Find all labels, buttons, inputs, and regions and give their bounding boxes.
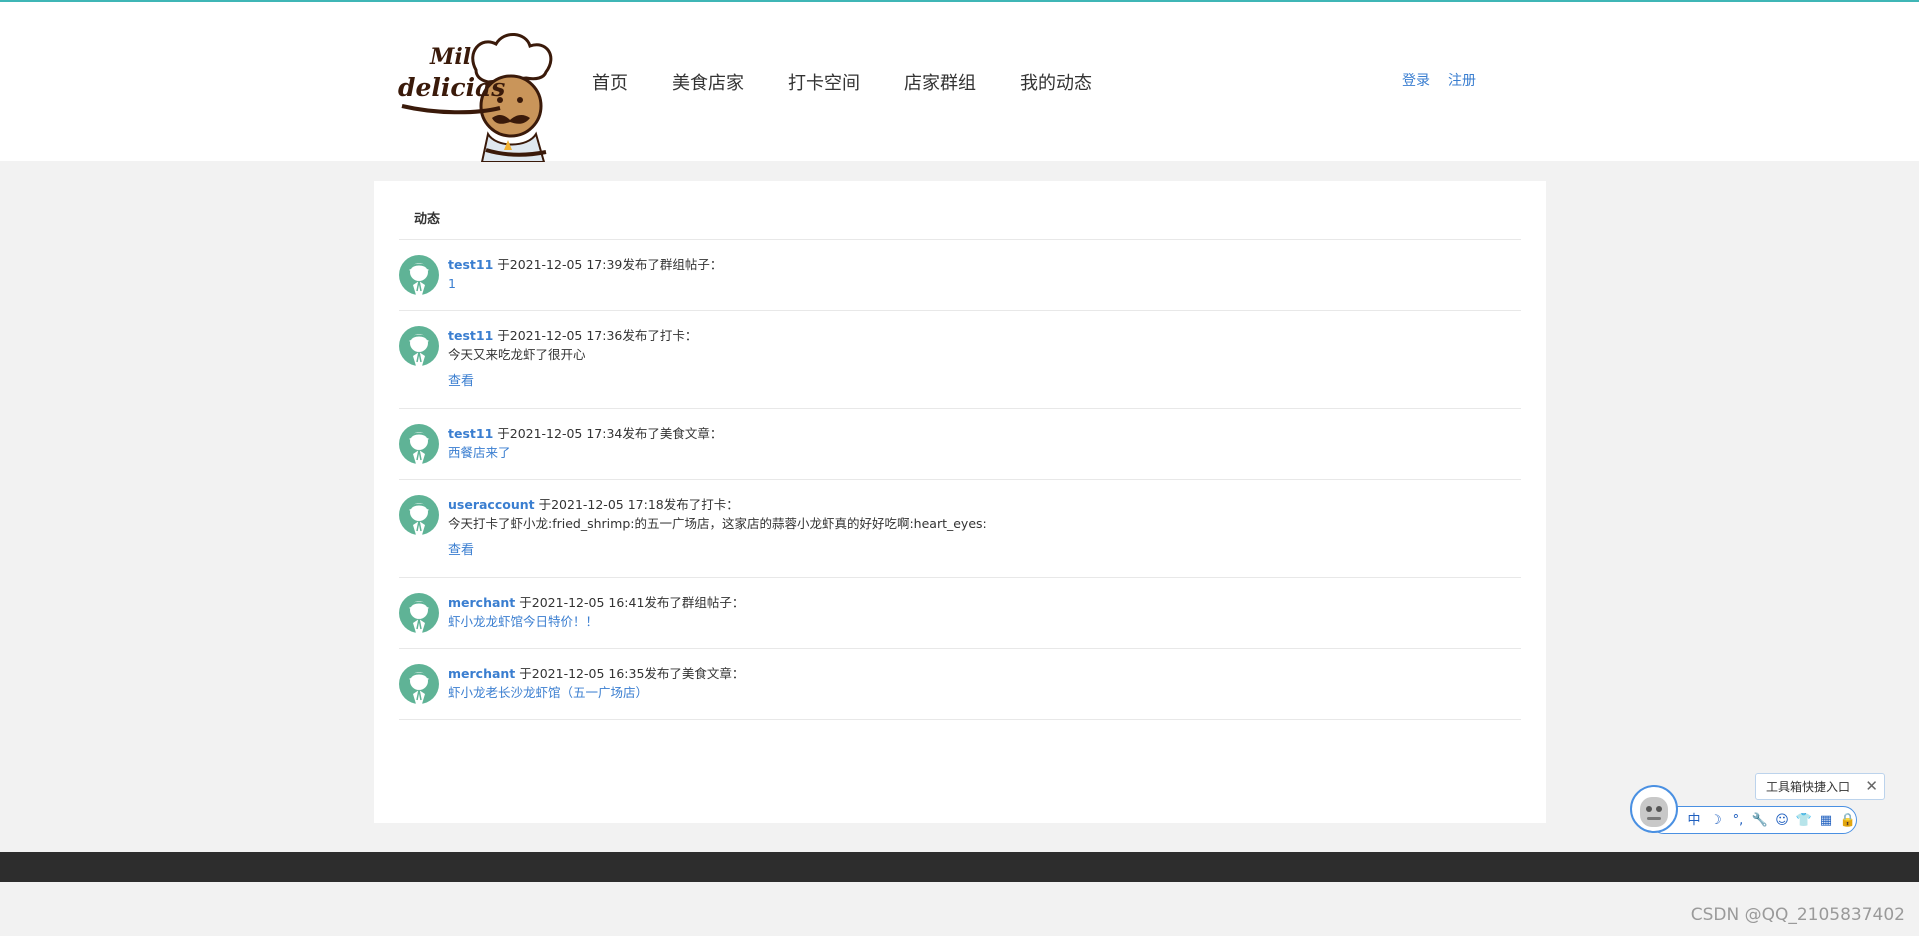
nav-home[interactable]: 首页 <box>592 72 628 96</box>
activity-description: 于2021-12-05 17:34发布了美食文章： <box>493 426 723 441</box>
site-header: Mil delicias 首页 美食店家 打卡空间 店家群组 我的动态 登录 注… <box>0 2 1919 162</box>
activity-content: 今天又来吃龙虾了很开心 <box>448 347 586 362</box>
lock-icon[interactable]: 🔒 <box>1837 812 1859 830</box>
toolbox-icons: 中 ☽ °, 🔧 ☺ 👕 ▦ 🔒 <box>1683 812 1859 830</box>
footer-bar <box>0 852 1919 882</box>
avatar[interactable] <box>399 664 439 704</box>
user-avatar-icon <box>399 326 439 366</box>
activity-item: test11 于2021-12-05 17:34发布了美食文章： 西餐店来了 <box>399 409 1521 480</box>
activity-item: useraccount 于2021-12-05 17:18发布了打卡： 今天打卡了… <box>399 480 1521 578</box>
avatar[interactable] <box>399 326 439 366</box>
nav-food-stores[interactable]: 美食店家 <box>672 72 744 96</box>
activity-meta: test11 于2021-12-05 17:39发布了群组帖子： <box>448 255 1521 274</box>
nav-my-activity[interactable]: 我的动态 <box>1020 72 1092 96</box>
activity-card: 动态 test11 于2021-12-05 17:39发布了群组帖子： 1 test… <box>374 181 1546 823</box>
activity-meta: merchant 于2021-12-05 16:41发布了群组帖子： <box>448 593 1521 612</box>
username-link[interactable]: merchant <box>448 595 515 610</box>
toolbox-avatar[interactable] <box>1630 785 1678 833</box>
logo-word-mil: Mil <box>429 44 471 70</box>
avatar[interactable] <box>399 495 439 535</box>
grid-icon[interactable]: ▦ <box>1815 812 1837 830</box>
user-avatar-icon <box>399 424 439 464</box>
username-link[interactable]: useraccount <box>448 497 535 512</box>
activity-content[interactable]: 虾小龙老长沙龙虾馆（五一广场店） <box>448 683 1521 702</box>
moon-icon[interactable]: ☽ <box>1705 812 1727 830</box>
activity-content[interactable]: 1 <box>448 274 1521 293</box>
username-link[interactable]: test11 <box>448 257 493 272</box>
activity-item: test11 于2021-12-05 17:39发布了群组帖子： 1 <box>399 240 1521 311</box>
activity-meta: test11 于2021-12-05 17:34发布了美食文章： <box>448 424 1521 443</box>
activity-feed: test11 于2021-12-05 17:39发布了群组帖子： 1 test11 … <box>399 240 1521 720</box>
login-link[interactable]: 登录 <box>1402 72 1430 90</box>
user-avatar-icon <box>399 664 439 704</box>
robot-mascot-icon <box>1640 797 1668 827</box>
activity-item: test11 于2021-12-05 17:36发布了打卡： 今天又来吃龙虾了很开… <box>399 311 1521 409</box>
avatar[interactable] <box>399 593 439 633</box>
csdn-watermark: CSDN @QQ_2105837402 <box>1690 905 1905 925</box>
logo-word-delicias: delicias <box>398 73 505 102</box>
activity-description: 于2021-12-05 16:41发布了群组帖子： <box>515 595 745 610</box>
activity-content: 今天打卡了虾小龙:fried_shrimp:的五一广场店，这家店的蒜蓉小龙虾真的… <box>448 516 987 531</box>
activity-meta: useraccount 于2021-12-05 17:18发布了打卡： <box>448 495 1521 514</box>
activity-content[interactable]: 虾小龙龙虾馆今日特价！！ <box>448 612 1521 631</box>
site-logo[interactable]: Mil delicias <box>396 22 568 162</box>
toolbox-tooltip-text: 工具箱快捷入口 <box>1766 780 1851 794</box>
chinese-input-icon[interactable]: 中 <box>1683 812 1705 830</box>
register-link[interactable]: 注册 <box>1448 72 1476 90</box>
user-avatar-icon <box>399 495 439 535</box>
wrench-icon[interactable]: 🔧 <box>1749 812 1771 830</box>
main-nav: 首页 美食店家 打卡空间 店家群组 我的动态 <box>592 72 1136 96</box>
chef-logo-icon: Mil delicias <box>398 33 553 162</box>
activity-content[interactable]: 西餐店来了 <box>448 443 1521 462</box>
activity-description: 于2021-12-05 16:35发布了美食文章： <box>515 666 745 681</box>
toolbox-tooltip: 工具箱快捷入口 ✕ <box>1755 773 1885 800</box>
username-link[interactable]: merchant <box>448 666 515 681</box>
username-link[interactable]: test11 <box>448 328 493 343</box>
username-link[interactable]: test11 <box>448 426 493 441</box>
activity-item: merchant 于2021-12-05 16:41发布了群组帖子： 虾小龙龙虾馆… <box>399 578 1521 649</box>
activity-description: 于2021-12-05 17:39发布了群组帖子： <box>493 257 723 272</box>
close-icon[interactable]: ✕ <box>1865 778 1878 795</box>
smiley-icon[interactable]: ☺ <box>1771 812 1793 830</box>
avatar[interactable] <box>399 255 439 295</box>
punctuation-icon[interactable]: °, <box>1727 812 1749 830</box>
view-link[interactable]: 查看 <box>448 373 474 391</box>
activity-description: 于2021-12-05 17:18发布了打卡： <box>534 497 739 512</box>
user-avatar-icon <box>399 255 439 295</box>
shirt-icon[interactable]: 👕 <box>1793 812 1815 830</box>
auth-links: 登录 注册 <box>1402 72 1494 90</box>
activity-item: merchant 于2021-12-05 16:35发布了美食文章： 虾小龙老长沙… <box>399 649 1521 720</box>
nav-checkin-space[interactable]: 打卡空间 <box>788 72 860 96</box>
view-link[interactable]: 查看 <box>448 542 474 560</box>
activity-description: 于2021-12-05 17:36发布了打卡： <box>493 328 698 343</box>
activity-meta: merchant 于2021-12-05 16:35发布了美食文章： <box>448 664 1521 683</box>
activity-title: 动态 <box>414 212 441 227</box>
activity-meta: test11 于2021-12-05 17:36发布了打卡： <box>448 326 1521 345</box>
user-avatar-icon <box>399 593 439 633</box>
avatar[interactable] <box>399 424 439 464</box>
nav-store-groups[interactable]: 店家群组 <box>904 72 976 96</box>
